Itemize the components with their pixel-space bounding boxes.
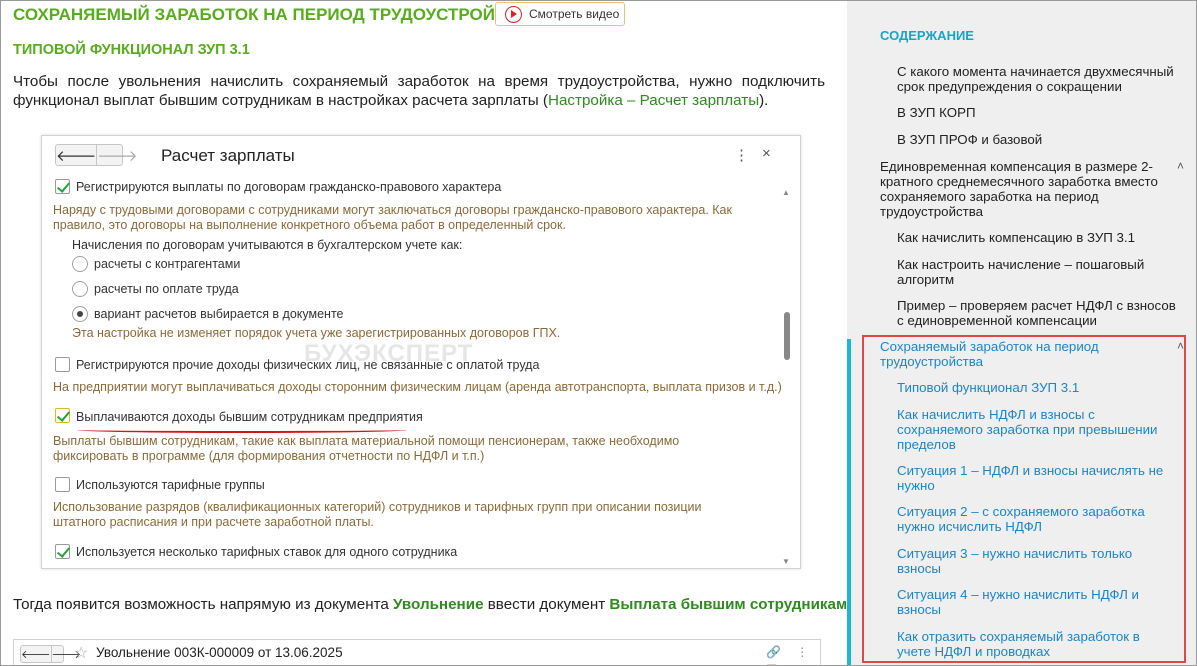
gph-label: Регистрируются выплаты по договорам граж… (76, 180, 502, 194)
article-title: СОХРАНЯЕМЫЙ ЗАРАБОТОК НА ПЕРИОД ТРУДОУСТ… (13, 5, 541, 24)
toc-item[interactable]: Ситуация 3 – нужно начислить только взно… (897, 546, 1167, 576)
section-subtitle: ТИПОВОЙ ФУНКЦИОНАЛ ЗУП 3.1 (13, 42, 250, 58)
tariff-groups-label: Используются тарифные группы (76, 478, 265, 492)
radio-payroll[interactable] (72, 281, 88, 297)
scroll-thumb[interactable] (784, 312, 790, 360)
gph-hint: Наряду с трудовыми договорами с сотрудни… (53, 203, 732, 232)
toc-item[interactable]: Типовой функционал ЗУП 3.1 (897, 380, 1177, 395)
former-payment-doc: Выплата бывшим сотрудникам (609, 596, 846, 613)
other-income-hint: На предприятии могут выплачиваться доход… (53, 380, 782, 394)
back-arrow-icon-2[interactable]: 🡐 (21, 646, 51, 662)
scroll-down-icon[interactable]: ▼ (782, 557, 790, 566)
radio-contractors[interactable] (72, 256, 88, 272)
gph-checkbox[interactable] (55, 179, 70, 194)
star-icon[interactable]: ☆ (74, 643, 88, 663)
table-of-contents: СОДЕРЖАНИЕ С какого момента начинается д… (847, 1, 1196, 665)
nav-buttons-2: 🡐 🡒 (20, 645, 81, 663)
radio-document[interactable] (72, 306, 88, 322)
watch-video-button[interactable]: Смотреть видео (495, 2, 625, 26)
scroll-up-icon[interactable]: ▲ (782, 188, 790, 197)
followup-mid: ввести документ (483, 596, 610, 613)
chevron-up-icon[interactable]: ˄ (1177, 159, 1184, 173)
followup-paragraph: Тогда появится возможность напрямую из д… (13, 596, 846, 613)
forward-arrow-icon[interactable]: 🡒 (96, 145, 137, 165)
accounting-label: Начисления по договорам учитываются в бу… (72, 238, 463, 252)
toc-item[interactable]: Как начислить компенсацию в ЗУП 3.1 (897, 230, 1182, 245)
toc-item[interactable]: В ЗУП ПРОФ и базовой (897, 132, 1182, 147)
former-employees-hint: Выплаты бывшим сотрудникам, такие как вы… (53, 434, 680, 463)
payroll-settings-screenshot: 🡐 🡒 Расчет зарплаты ⋮ × БУХЭКСПЕРТ Регис… (41, 135, 801, 569)
page: СОХРАНЯЕМЫЙ ЗАРАБОТОК НА ПЕРИОД ТРУДОУСТ… (0, 0, 1197, 666)
former-employees-label: Выплачиваются доходы бывшим сотрудникам … (76, 410, 423, 424)
radio-contractors-label: расчеты с контрагентами (94, 257, 241, 271)
radio-document-label: вариант расчетов выбирается в документе (94, 307, 344, 321)
toc-item[interactable]: Пример – проверяем расчет НДФЛ с взносов… (897, 298, 1177, 328)
toc-item[interactable]: Как начислить НДФЛ и взносы с сохраняемо… (897, 407, 1167, 452)
back-arrow-icon[interactable]: 🡐 (56, 145, 96, 165)
active-section-accent (847, 339, 851, 665)
tariff-groups-hint: Использование разрядов (квалификационных… (53, 500, 702, 529)
other-income-label: Регистрируются прочие доходы физических … (76, 358, 540, 372)
nav-buttons: 🡐 🡒 (55, 144, 137, 166)
dismissal-window-title: Увольнение 003К-000009 от 13.06.2025 (96, 645, 343, 660)
toc-item[interactable]: Ситуация 1 – НДФЛ и взносы начислять не … (897, 463, 1177, 493)
intro-end: ). (759, 91, 769, 109)
toc-item[interactable]: Ситуация 4 – нужно начислить НДФЛ и взно… (897, 587, 1167, 617)
toc-item[interactable]: Единовременная компенсация в размере 2-к… (880, 159, 1160, 219)
toc-item[interactable]: Ситуация 2 – с сохраняемого заработка ну… (897, 504, 1167, 534)
dismissal-doc: Увольнение (393, 596, 484, 613)
toc-item-active[interactable]: Сохраняемый заработок на период трудоуст… (880, 339, 1130, 369)
dismissal-screenshot: 🡐 🡒 ☆ Увольнение 003К-000009 от 13.06.20… (13, 639, 821, 665)
followup-start: Тогда появится возможность напрямую из д… (13, 596, 394, 613)
toc-item[interactable]: С какого момента начинается двухмесячный… (897, 64, 1182, 94)
article: СОХРАНЯЕМЫЙ ЗАРАБОТОК НА ПЕРИОД ТРУДОУСТ… (1, 1, 846, 665)
former-employees-checkbox[interactable] (55, 408, 70, 423)
toc-item[interactable]: Как отразить сохраняемый заработок в уче… (897, 629, 1167, 659)
toc-item[interactable]: В ЗУП КОРП (897, 105, 1182, 120)
multiple-rates-checkbox[interactable] (55, 544, 70, 559)
radio-payroll-label: расчеты по оплате труда (94, 282, 239, 296)
intro-paragraph: Чтобы после увольнения начислить сохраня… (13, 73, 825, 110)
scrollbar[interactable]: ▲ ▼ (782, 188, 791, 566)
window-action-icons[interactable]: 🔗 ⋮ ▭ (766, 645, 820, 665)
other-income-checkbox[interactable] (55, 357, 70, 372)
tariff-groups-checkbox[interactable] (55, 477, 70, 492)
more-icon[interactable]: ⋮ (734, 146, 749, 164)
chevron-up-icon[interactable]: ˄ (1177, 339, 1184, 353)
multiple-rates-label: Используется несколько тарифных ставок д… (76, 545, 458, 559)
watch-video-label: Смотреть видео (529, 7, 620, 21)
close-icon[interactable]: × (762, 145, 771, 162)
window-title: Расчет зарплаты (161, 146, 295, 165)
settings-path-link: Настройка – Расчет зарплаты (548, 91, 760, 109)
toc-title: СОДЕРЖАНИЕ (880, 28, 974, 43)
play-icon (505, 5, 522, 23)
red-underline-annotation (77, 427, 407, 433)
radio-hint: Эта настройка не изменяет порядок учета … (72, 326, 561, 340)
toc-item[interactable]: Как настроить начисление – пошаговый алг… (897, 257, 1157, 287)
